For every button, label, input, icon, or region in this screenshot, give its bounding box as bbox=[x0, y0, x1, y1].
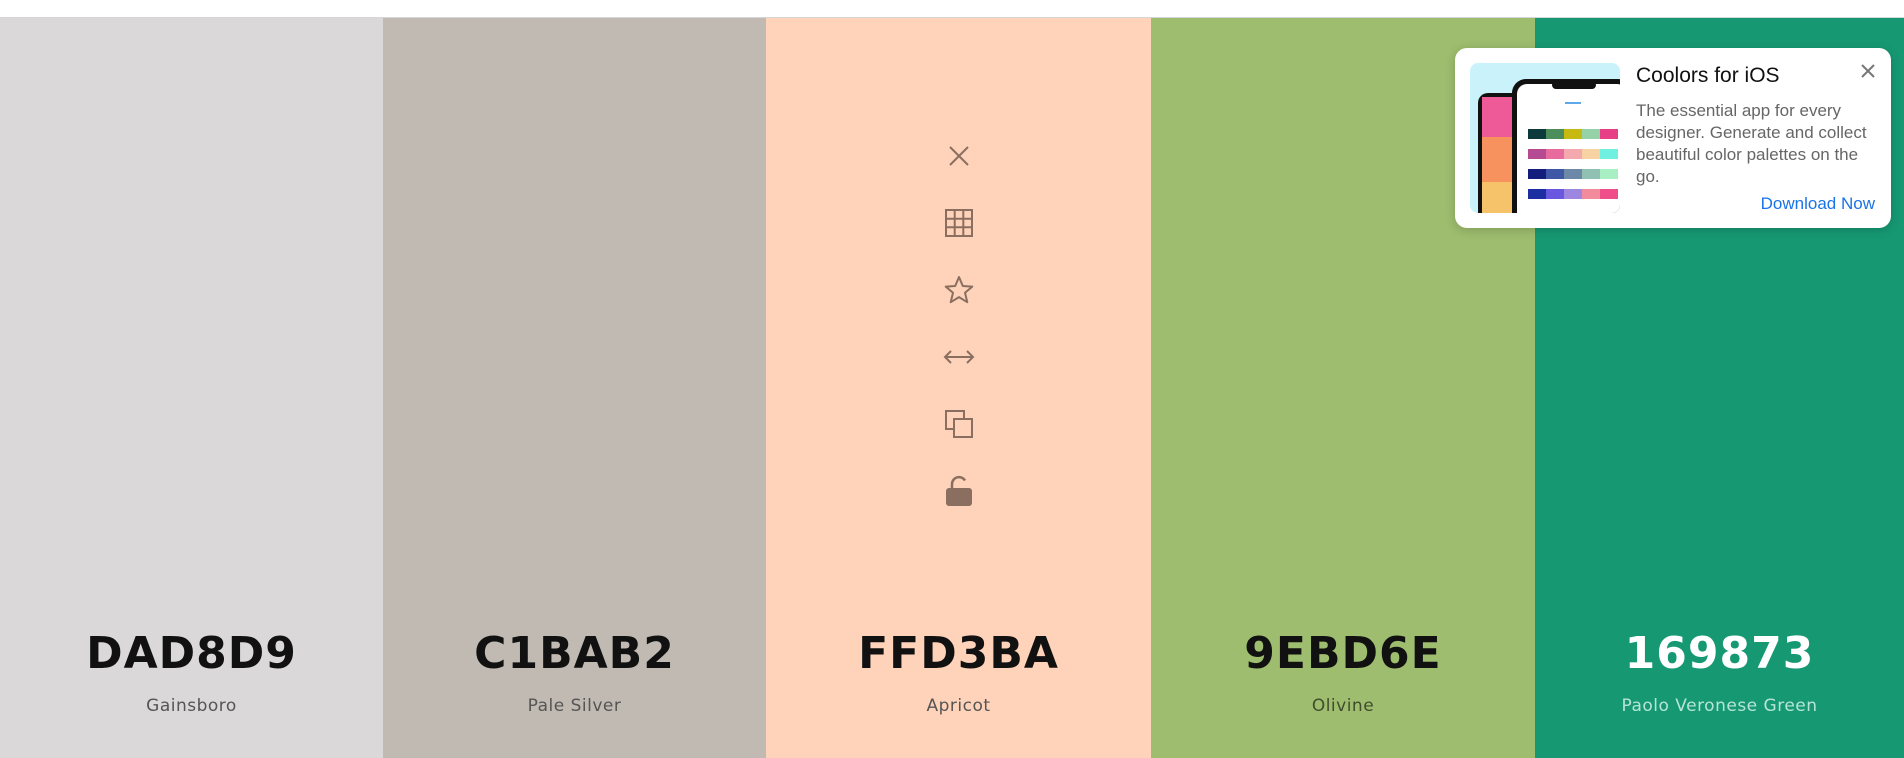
drag-button[interactable] bbox=[939, 337, 979, 377]
hex-code[interactable]: DAD8D9 bbox=[0, 628, 383, 679]
hex-code[interactable]: C1BAB2 bbox=[383, 628, 766, 679]
promo-title: Coolors for iOS bbox=[1636, 64, 1780, 87]
color-name[interactable]: Gainsboro bbox=[0, 696, 383, 716]
swatch-gainsboro[interactable]: DAD8D9 Gainsboro bbox=[0, 18, 383, 758]
top-bar bbox=[0, 0, 1904, 18]
promo-description: The essential app for every designer. Ge… bbox=[1636, 101, 1867, 186]
swatch-toolbar bbox=[939, 136, 979, 538]
remove-color-button[interactable] bbox=[939, 136, 979, 176]
ios-app-promo-card: Coolors for iOS The essential app for ev… bbox=[1455, 48, 1891, 228]
unlock-icon bbox=[945, 475, 972, 506]
color-name[interactable]: Olivine bbox=[1151, 696, 1535, 716]
swatch-apricot[interactable]: FFD3BA Apricot bbox=[766, 18, 1151, 758]
hex-code[interactable]: FFD3BA bbox=[766, 628, 1151, 679]
hex-code[interactable]: 9EBD6E bbox=[1151, 628, 1535, 679]
save-color-button[interactable] bbox=[939, 270, 979, 310]
resize-arrows-icon bbox=[943, 350, 974, 364]
color-name[interactable]: Paolo Veronese Green bbox=[1535, 696, 1904, 716]
color-name[interactable]: Apricot bbox=[766, 696, 1151, 716]
app-preview-image bbox=[1470, 63, 1620, 213]
download-now-link[interactable]: Download Now bbox=[1761, 194, 1875, 214]
close-promo-button[interactable] bbox=[1859, 62, 1877, 80]
color-name[interactable]: Pale Silver bbox=[383, 696, 766, 716]
view-shades-button[interactable] bbox=[939, 203, 979, 243]
hex-code[interactable]: 169873 bbox=[1535, 628, 1904, 679]
star-icon bbox=[944, 276, 973, 304]
grid-icon bbox=[944, 209, 973, 237]
copy-hex-button[interactable] bbox=[939, 404, 979, 444]
close-icon bbox=[948, 146, 969, 166]
swatch-pale-silver[interactable]: C1BAB2 Pale Silver bbox=[383, 18, 766, 758]
close-icon bbox=[1861, 64, 1875, 78]
lock-color-button[interactable] bbox=[939, 471, 979, 511]
copy-icon bbox=[944, 410, 973, 438]
